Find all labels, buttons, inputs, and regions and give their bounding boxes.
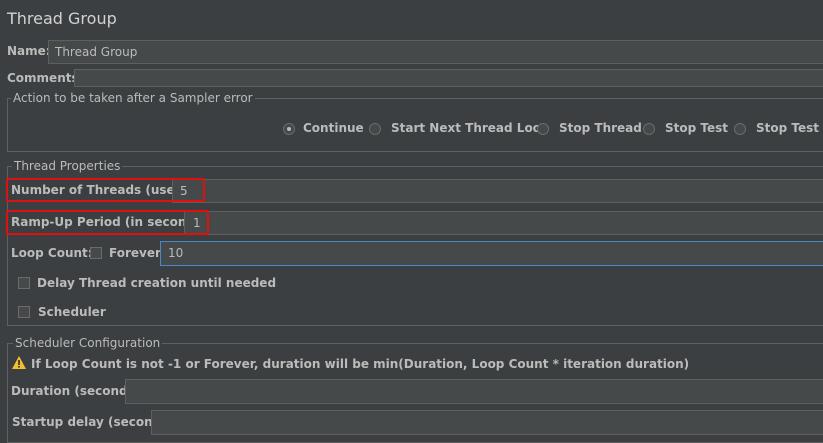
delay-creation-label[interactable]: Delay Thread creation until needed [37, 276, 276, 290]
scheduler-warning-text: If Loop Count is not -1 or Forever, dura… [31, 357, 690, 371]
num-threads-input[interactable]: 5 [172, 179, 823, 203]
forever-label[interactable]: Forever [109, 246, 161, 260]
radio-stop-test-now-label[interactable]: Stop Test No [756, 121, 823, 135]
thread-properties-legend: Thread Properties [12, 159, 123, 173]
comments-label: Comments: [7, 71, 84, 85]
delay-creation-checkbox[interactable] [18, 277, 30, 289]
radio-continue-label[interactable]: Continue [303, 121, 364, 135]
startup-delay-input[interactable] [151, 410, 823, 435]
sampler-error-legend: Action to be taken after a Sampler error [11, 91, 255, 105]
scheduler-checkbox[interactable] [18, 306, 30, 318]
radio-stop-thread-label[interactable]: Stop Thread [559, 121, 642, 135]
scheduler-label[interactable]: Scheduler [38, 305, 106, 319]
radio-continue[interactable] [283, 123, 295, 135]
ramp-up-input[interactable]: 1 [184, 211, 823, 235]
loop-count-label: Loop Count: [11, 246, 93, 260]
page-title: Thread Group [7, 9, 117, 28]
radio-stop-test[interactable] [643, 123, 655, 135]
radio-stop-thread[interactable] [537, 123, 549, 135]
duration-label: Duration (seconds) [11, 384, 141, 398]
loop-count-input[interactable]: 10 [160, 241, 823, 266]
name-label: Name: [7, 44, 51, 58]
ramp-up-highlight [6, 210, 209, 235]
name-input[interactable]: Thread Group [48, 40, 823, 64]
startup-delay-label: Startup delay (seconds) [12, 415, 174, 429]
radio-stop-test-now[interactable] [734, 123, 746, 135]
duration-input[interactable] [125, 379, 823, 404]
num-threads-highlight [6, 178, 205, 202]
radio-start-next-loop-label[interactable]: Start Next Thread Loop [391, 121, 550, 135]
scheduler-config-legend: Scheduler Configuration [13, 336, 163, 350]
forever-checkbox[interactable] [90, 247, 102, 259]
warning-icon [12, 356, 26, 369]
radio-start-next-loop[interactable] [369, 123, 381, 135]
radio-stop-test-label[interactable]: Stop Test [665, 121, 728, 135]
comments-input[interactable] [74, 69, 823, 87]
